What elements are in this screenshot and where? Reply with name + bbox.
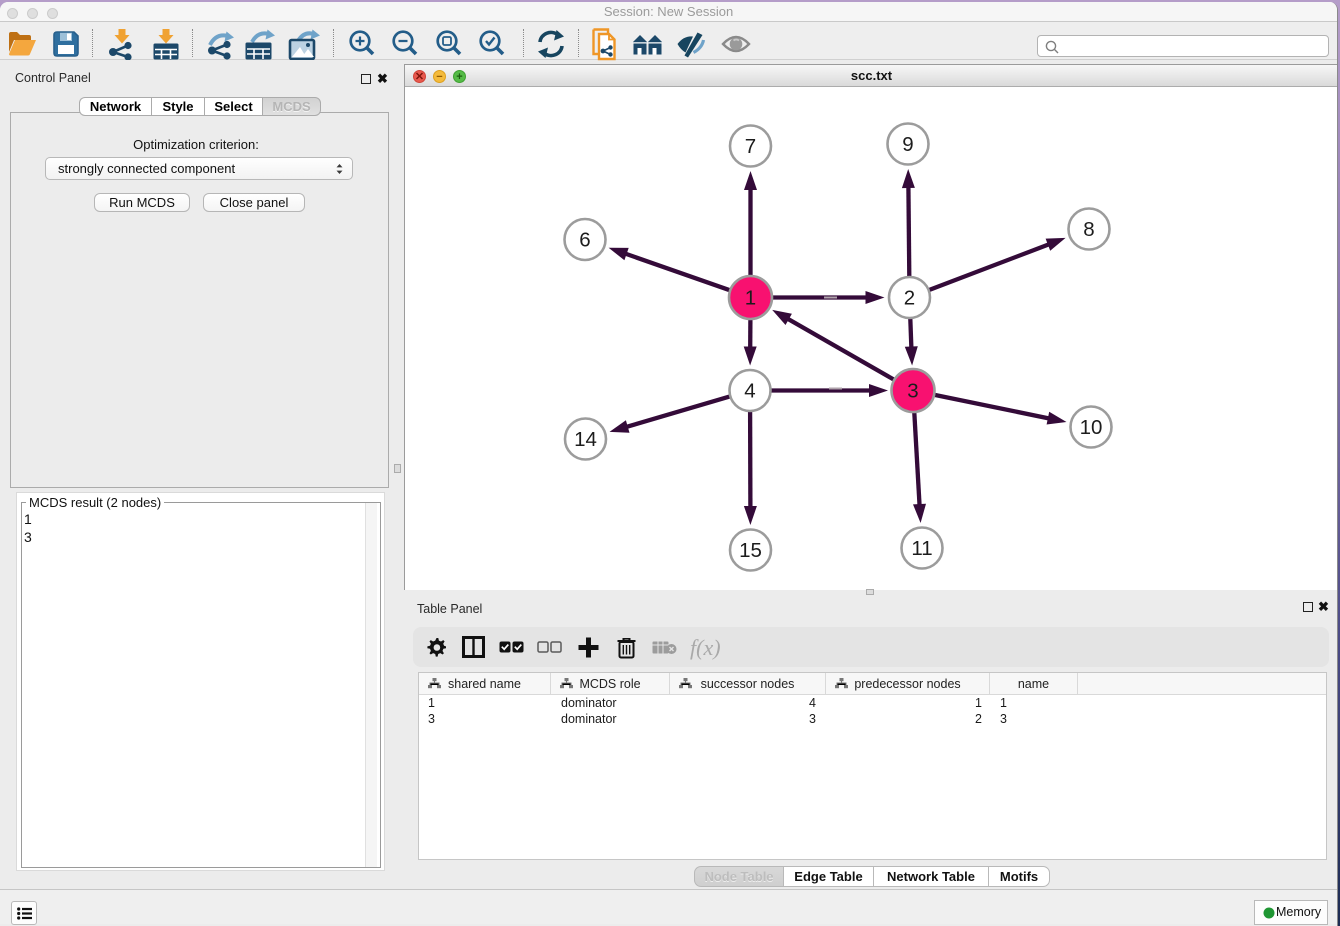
svg-text:1: 1 (745, 287, 756, 310)
svg-text:11: 11 (911, 537, 932, 560)
svg-text:6: 6 (579, 229, 590, 252)
svg-text:7: 7 (745, 135, 756, 158)
svg-text:2: 2 (904, 287, 915, 310)
svg-text:3: 3 (907, 380, 918, 403)
svg-text:8: 8 (1083, 218, 1094, 241)
svg-text:4: 4 (744, 380, 755, 403)
svg-text:15: 15 (739, 539, 762, 562)
svg-text:9: 9 (902, 133, 913, 156)
svg-text:10: 10 (1080, 416, 1103, 439)
svg-text:14: 14 (574, 428, 597, 451)
